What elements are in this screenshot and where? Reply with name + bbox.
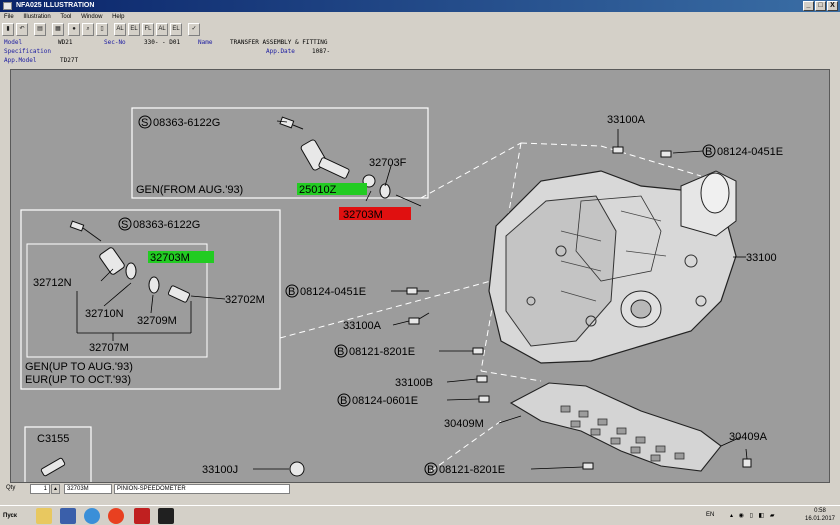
prefix-s-1: S [141, 117, 148, 129]
menu-tool[interactable]: Tool [60, 14, 71, 20]
clock-time[interactable]: 0:58 [802, 508, 838, 514]
media-player-icon[interactable] [60, 508, 76, 524]
spec-label: Specification [4, 48, 51, 55]
label-33100j[interactable]: 33100J [202, 464, 238, 476]
prefix-b-5: B [337, 346, 344, 358]
label-32707m[interactable]: 32707M [89, 342, 129, 354]
label-08124-0451e-right[interactable]: 08124-0451E [717, 146, 783, 158]
title-bar[interactable]: NFA025 ILLUSTRATION _ □ X [0, 0, 840, 12]
tray-icons[interactable]: ▴ ◉ ▯ ◧ ▰ [730, 512, 777, 519]
label-08121-8201e-1[interactable]: 08121-8201E [349, 346, 415, 358]
nissan-fast-icon[interactable] [134, 508, 150, 524]
language-indicator[interactable]: EN [706, 512, 714, 518]
search-icon[interactable]: ⌕ [82, 23, 94, 36]
exploded-diagram: S S B B B B B 08363-6122G 32703F GEN(FRO… [20, 107, 783, 482]
label-08121-8201e-2[interactable]: 08121-8201E [439, 464, 505, 476]
transfer-case [488, 170, 737, 364]
toolbar-button-al[interactable]: AL [114, 23, 126, 36]
qty-label: Qty [6, 485, 16, 491]
clock-date: 16.01.2017 [804, 516, 836, 522]
label-32712n[interactable]: 32712N [33, 277, 72, 289]
toolbar-button-el-2[interactable]: EL [170, 23, 182, 36]
print-icon[interactable]: ▤ [34, 23, 46, 36]
toolbar: ▮ ↶ ▤ ▦ ● ⌕ ▯ AL EL FL AL EL ✓ [2, 23, 838, 37]
maximize-button[interactable]: □ [815, 1, 826, 11]
undo-icon[interactable]: ↶ [16, 23, 28, 36]
label-33100a-top[interactable]: 33100A [607, 114, 646, 126]
label-32709m[interactable]: 32709M [137, 315, 177, 327]
label-32703m-red[interactable]: 32703M [343, 209, 383, 221]
menu-illustration[interactable]: Illustration [23, 14, 50, 20]
label-25010z[interactable]: 25010Z [299, 184, 337, 196]
label-gen-up-to-aug93: GEN(UP TO AUG.'93) [25, 361, 133, 373]
circle-icon[interactable]: ● [68, 23, 80, 36]
label-c3155[interactable]: C3155 [37, 433, 69, 445]
system-tray: EN ▴ ◉ ▯ ◧ ▰ 0:58 16.01.2017 [706, 508, 838, 524]
skid-plate [509, 382, 722, 472]
label-30409a[interactable]: 30409A [729, 431, 768, 443]
menu-file[interactable]: File [4, 14, 14, 20]
appdate-value: 1087- [312, 48, 331, 55]
prefix-b-7: B [427, 464, 434, 476]
label-gen-from-aug93: GEN(FROM AUG.'93) [136, 184, 243, 196]
status-bar: Qty 1 ▲ 32703M PINION-SPEEDOMETER [0, 483, 840, 497]
label-33100b[interactable]: 33100B [395, 377, 433, 389]
book-icon[interactable]: ▮ [2, 23, 14, 36]
label-33100a-mid[interactable]: 33100A [343, 320, 382, 332]
fast-app-icon[interactable] [158, 508, 174, 524]
close-button[interactable]: X [827, 1, 838, 11]
label-30409m[interactable]: 30409M [444, 418, 484, 430]
label-32710n[interactable]: 32710N [85, 308, 124, 320]
toolbar-button-el[interactable]: EL [128, 23, 140, 36]
ie-browser-icon[interactable] [84, 508, 100, 524]
name-label: Name [198, 39, 213, 46]
label-08124-0601e[interactable]: 08124-0601E [352, 395, 418, 407]
secno-label: Sec-No [104, 39, 126, 46]
name-value: TRANSFER ASSEMBLY & FITTING [230, 39, 328, 46]
model-label: Model [4, 39, 23, 46]
label-33100[interactable]: 33100 [746, 252, 777, 264]
model-value: WD21 [58, 39, 73, 46]
chrome-icon[interactable] [108, 508, 124, 524]
taskbar: Пуск EN ▴ ◉ ▯ ◧ ▰ 0:58 16.01.2017 [0, 505, 840, 525]
toolbar-button-fl[interactable]: FL [142, 23, 154, 36]
save-icon[interactable]: ▦ [52, 23, 64, 36]
label-32703m-green[interactable]: 32703M [150, 252, 190, 264]
part-description-field[interactable]: PINION-SPEEDOMETER [114, 484, 290, 494]
menu-help[interactable]: Help [112, 14, 124, 20]
label-eur-up-to-oct93: EUR(UP TO OCT.'93) [25, 374, 131, 386]
window-title: NFA025 ILLUSTRATION [16, 2, 95, 9]
info-panel: Model WD21 Sec-No 330- - D01 Name TRANSF… [4, 38, 834, 68]
illustration-canvas[interactable]: S S B B B B B 08363-6122G 32703F GEN(FRO… [10, 69, 830, 483]
prefix-b-4: B [288, 286, 295, 298]
appdate-label: App.Date [266, 48, 295, 55]
qty-spinner[interactable]: ▲ [51, 484, 60, 494]
prefix-b-3: B [705, 146, 712, 158]
appmodel-label: App.Model [4, 57, 37, 64]
appmodel-value: TD27T [60, 57, 79, 64]
start-button[interactable]: Пуск [2, 509, 28, 523]
label-32702m[interactable]: 32702M [225, 294, 265, 306]
menu-bar: File Illustration Tool Window Help [0, 12, 840, 22]
app-icon [3, 2, 12, 10]
folder-icon[interactable] [36, 508, 52, 524]
part-number-field[interactable]: 32703M [64, 484, 112, 494]
check-icon[interactable]: ✓ [188, 23, 200, 36]
secno-value: 330- - D01 [144, 39, 181, 46]
toolbar-button-al-2[interactable]: AL [156, 23, 168, 36]
minimize-button[interactable]: _ [803, 1, 814, 11]
prefix-s-2: S [121, 219, 128, 231]
prefix-b-6: B [340, 395, 347, 407]
label-08363-6122g-1[interactable]: 08363-6122G [153, 117, 220, 129]
application-window: NFA025 ILLUSTRATION _ □ X File Illustrat… [0, 0, 840, 525]
label-32703f[interactable]: 32703F [369, 157, 407, 169]
label-08124-0451e-left[interactable]: 08124-0451E [300, 286, 366, 298]
label-08363-6122g-2[interactable]: 08363-6122G [133, 219, 200, 231]
page-icon[interactable]: ▯ [96, 23, 108, 36]
qty-input[interactable]: 1 [30, 484, 50, 494]
menu-window[interactable]: Window [81, 14, 102, 20]
